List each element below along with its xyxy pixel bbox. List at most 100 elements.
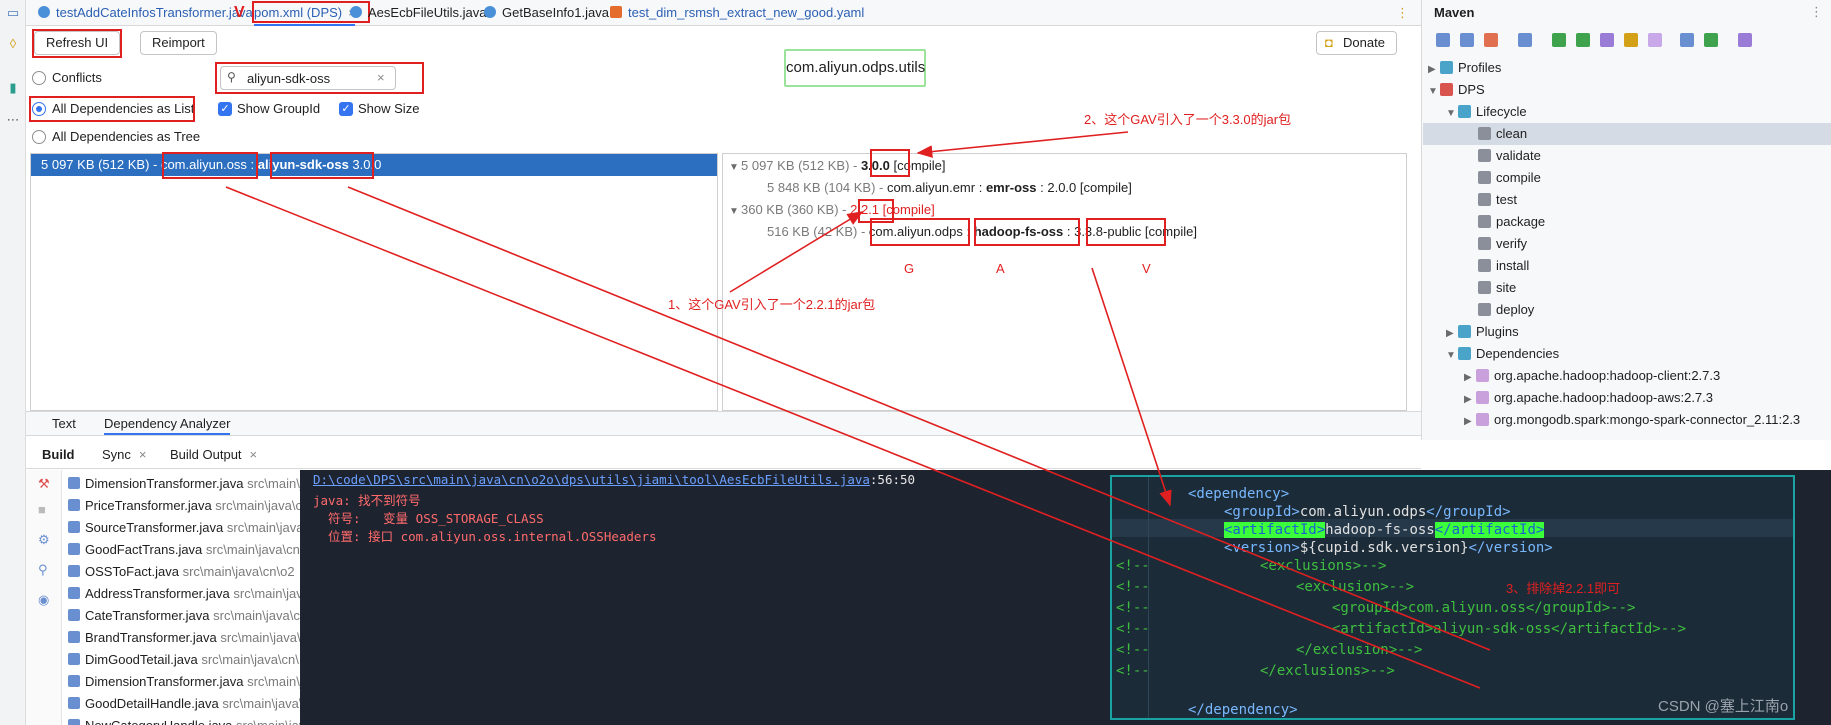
tree-dependency-item[interactable]: ▶ org.apache.hadoop:hadoop-aws:2.7.3 — [1464, 387, 1713, 409]
skip-tests-icon[interactable] — [1624, 33, 1638, 47]
close-icon[interactable]: × — [139, 447, 147, 462]
tree-project[interactable]: ▼ DPS — [1428, 79, 1485, 101]
tab-transformer[interactable]: testAddCateInfosTransformer.java — [38, 0, 253, 26]
tab-text[interactable]: Text — [52, 416, 76, 431]
tree-view-radio[interactable] — [32, 130, 46, 144]
file-name: AddressTransformer.java — [85, 586, 230, 601]
file-path: src\main\java\cn\o2 — [182, 564, 295, 579]
lifecycle-phase-site[interactable]: site — [1478, 277, 1516, 299]
lifecycle-phase-test[interactable]: test — [1478, 189, 1517, 211]
commit-icon[interactable]: ◊ — [5, 36, 21, 52]
folder-icon — [1458, 325, 1471, 338]
lifecycle-phase-compile[interactable]: compile — [1478, 167, 1541, 189]
code-line-dep-close: </dependency> — [1188, 702, 1298, 718]
tab-label: Build Output — [170, 447, 242, 462]
list-item[interactable]: GoodFactTrans.java src\main\java\cn\ — [68, 539, 300, 561]
tree-dependencies[interactable]: ▼ Dependencies — [1446, 343, 1559, 365]
list-item[interactable]: 5 097 KB (512 KB) - com.aliyun.oss : ali… — [31, 154, 717, 176]
list-item[interactable]: OSSToFact.java src\main\java\cn\o2 — [68, 561, 295, 583]
tab-yaml[interactable]: test_dim_rsmsh_extract_new_good.yaml — [610, 0, 864, 26]
tree-plugins[interactable]: ▶ Plugins — [1446, 321, 1519, 343]
tree-row-emr-oss[interactable]: 5 848 KB (104 KB) - com.aliyun.emr : emr… — [767, 178, 1132, 198]
conflicts-radio[interactable] — [32, 71, 46, 85]
comment-marker: <!-- — [1116, 642, 1150, 658]
java-file-icon — [68, 719, 80, 725]
list-item[interactable]: GoodDetailHandle.java src\main\java\c — [68, 693, 300, 715]
list-item[interactable]: DimensionTransformer.java src\main\jav — [68, 473, 300, 495]
expand-arrow-icon[interactable]: ▶ — [1464, 389, 1476, 411]
more-icon[interactable]: ⋯ — [5, 112, 21, 128]
annotation-v: V — [1142, 261, 1151, 276]
maven-settings-icon[interactable] — [1738, 33, 1752, 47]
hammer-icon[interactable]: ⚒ — [38, 476, 50, 492]
stop-icon[interactable]: ■ — [38, 502, 46, 517]
tab-options-icon[interactable]: ⋮ — [1396, 0, 1409, 26]
goal-icon — [1478, 193, 1491, 206]
lifecycle-phase-deploy[interactable]: deploy — [1478, 299, 1534, 321]
expand-arrow-icon[interactable]: ▶ — [1464, 411, 1476, 433]
list-item[interactable]: PriceTransformer.java src\main\java\cn — [68, 495, 300, 517]
expand-arrow-icon[interactable]: ▼ — [729, 158, 741, 178]
tree-dependency-item[interactable]: ▶ org.apache.hadoop:hadoop-client:2.7.3 — [1464, 365, 1720, 387]
lifecycle-phase-clean[interactable]: clean — [1478, 123, 1527, 145]
reimport-button[interactable]: Reimport — [140, 31, 217, 55]
donate-button[interactable]: ◘ Donate — [1316, 31, 1397, 55]
list-item[interactable]: CateTransformer.java src\main\java\c — [68, 605, 300, 627]
expand-arrow-icon[interactable]: ▶ — [1464, 367, 1476, 389]
goal-icon — [1478, 215, 1491, 228]
tab-dependency-analyzer[interactable]: Dependency Analyzer — [104, 416, 231, 435]
console-error-path[interactable]: D:\code\DPS\src\main\java\cn\o2o\dps\uti… — [313, 472, 915, 487]
arrow-note2 — [916, 131, 1129, 158]
list-item[interactable]: DimGoodTetail.java src\main\java\cn\ — [68, 649, 299, 671]
tab-getbaseinfo[interactable]: GetBaseInfo1.java — [484, 0, 609, 26]
comment-marker: <!-- — [1116, 558, 1150, 574]
lifecycle-phase-package[interactable]: package — [1478, 211, 1545, 233]
bookmarks-icon[interactable]: ▮ — [5, 80, 21, 96]
toggle-offline-icon[interactable] — [1600, 33, 1614, 47]
eye-icon[interactable]: ◉ — [38, 592, 49, 608]
add-icon[interactable] — [1518, 33, 1532, 47]
library-icon — [1476, 369, 1489, 382]
close-icon[interactable]: × — [250, 447, 258, 462]
run-icon[interactable] — [1552, 33, 1566, 47]
show-size-checkbox[interactable]: ✓ — [339, 102, 353, 116]
pin-icon[interactable]: ⚲ — [38, 562, 48, 578]
expand-arrow-icon[interactable]: ▼ — [729, 202, 741, 222]
list-item[interactable]: SourceTransformer.java src\main\java\c — [68, 517, 300, 539]
library-icon — [1476, 391, 1489, 404]
code-line-exs-close: </exclusions>--> — [1260, 663, 1395, 679]
list-item[interactable]: BrandTransformer.java src\main\java\ — [68, 627, 300, 649]
show-dependencies-icon[interactable] — [1680, 33, 1694, 47]
lifecycle-phase-verify[interactable]: verify — [1478, 233, 1527, 255]
tree-dependency-item[interactable]: ▶ org.mongodb.spark:mongo-spark-connector… — [1464, 409, 1800, 431]
collapse-icon[interactable] — [1648, 33, 1662, 47]
download-icon[interactable] — [1484, 33, 1498, 47]
java-file-icon — [68, 697, 80, 709]
phase-label: package — [1496, 214, 1546, 229]
lifecycle-phase-validate[interactable]: validate — [1478, 145, 1541, 167]
build-toolbar: Build Sync × Build Output × — [26, 440, 1421, 469]
tree-lifecycle[interactable]: ▼ Lifecycle — [1446, 101, 1527, 123]
generate-sources-icon[interactable] — [1460, 33, 1474, 47]
file-name: PriceTransformer.java — [85, 498, 212, 513]
list-item[interactable]: AddressTransformer.java src\main\java\ — [68, 583, 300, 605]
tree-profiles[interactable]: ▶ Profiles — [1428, 57, 1501, 79]
tab-sync[interactable]: Sync × — [102, 447, 147, 462]
settings-icon[interactable]: ⚙ — [38, 532, 50, 548]
maven-options-icon[interactable]: ⋮ — [1810, 4, 1823, 20]
lifecycle-phase-install[interactable]: install — [1478, 255, 1529, 277]
execute-goal-icon[interactable] — [1576, 33, 1590, 47]
project-icon[interactable]: ▭ — [5, 5, 21, 21]
file-path: src\main\java\ — [233, 586, 300, 601]
analyzer-icon[interactable] — [1704, 33, 1718, 47]
tree-row-2-2-1[interactable]: ▼ 360 KB (360 KB) - 2.2.1 [compile] — [729, 200, 935, 220]
list-item[interactable]: DimensionTransformer.java src\main\jav — [68, 671, 300, 693]
show-groupid-checkbox[interactable]: ✓ — [218, 102, 232, 116]
list-item[interactable]: NewCategoryHandle.java src\main\java — [68, 715, 300, 725]
tree-row-3-0-0[interactable]: ▼ 5 097 KB (512 KB) - 3.0.0 [compile] — [729, 156, 946, 176]
pom-code-snippet: <dependency> <groupId>com.aliyun.odps</g… — [1110, 475, 1795, 720]
build-side-tools: ⚒ ■ ⚙ ⚲ ◉ — [26, 470, 62, 725]
reload-icon[interactable] — [1436, 33, 1450, 47]
tab-build-output[interactable]: Build Output × — [170, 447, 257, 462]
tab-aes[interactable]: AesEcbFileUtils.java — [350, 0, 487, 26]
